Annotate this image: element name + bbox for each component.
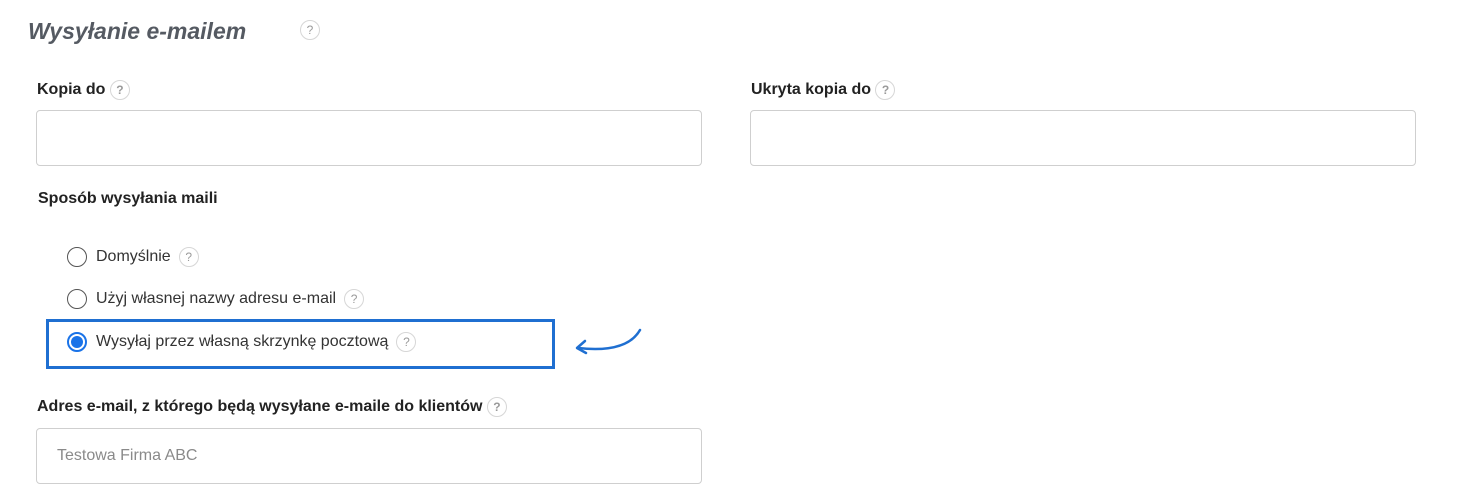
help-icon[interactable]: ? bbox=[300, 20, 320, 40]
sender-email-input[interactable] bbox=[36, 428, 702, 484]
help-icon[interactable]: ? bbox=[178, 247, 199, 267]
sender-email-label: Adres e-mail, z którego będą wysyłane e-… bbox=[37, 397, 507, 417]
radio-label[interactable]: Użyj własnej nazwy adresu e-mail bbox=[96, 290, 336, 308]
bcc-label: Ukryta kopia do ? bbox=[751, 80, 896, 100]
radio-option-custom-name[interactable]: Użyj własnej nazwy adresu e-mail ? bbox=[67, 287, 365, 311]
cc-label-text: Kopia do bbox=[37, 81, 106, 99]
help-icon[interactable]: ? bbox=[344, 289, 365, 309]
curved-arrow-left-icon bbox=[575, 328, 642, 355]
radio-button[interactable] bbox=[67, 289, 87, 309]
help-icon[interactable]: ? bbox=[109, 80, 130, 100]
cc-input[interactable] bbox=[36, 110, 702, 166]
bcc-input[interactable] bbox=[750, 110, 1416, 166]
radio-option-default[interactable]: Domyślnie ? bbox=[67, 245, 199, 269]
help-icon[interactable]: ? bbox=[486, 397, 507, 417]
sending-method-label: Sposób wysyłania maili bbox=[38, 190, 218, 207]
sender-email-label-text: Adres e-mail, z którego będą wysyłane e-… bbox=[37, 398, 483, 416]
help-icon[interactable]: ? bbox=[875, 80, 896, 100]
section-title: Wysyłanie e-mailem bbox=[28, 18, 247, 44]
cc-label: Kopia do ? bbox=[37, 80, 130, 100]
radio-label[interactable]: Domyślnie bbox=[96, 248, 171, 266]
bcc-label-text: Ukryta kopia do bbox=[751, 81, 872, 99]
radio-button[interactable] bbox=[67, 247, 87, 267]
highlight-box bbox=[46, 319, 555, 369]
